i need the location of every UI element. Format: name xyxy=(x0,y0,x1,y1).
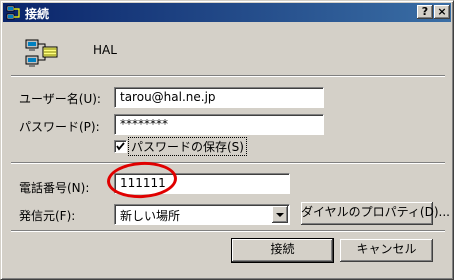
network-connection-icon xyxy=(6,5,20,20)
connect-button[interactable]: 接続 xyxy=(232,239,333,262)
save-password-checkbox[interactable] xyxy=(114,140,127,153)
password-label: パスワード(P): xyxy=(19,120,100,134)
dial-from-label: 発信元(F): xyxy=(19,209,76,223)
cancel-button[interactable]: キャンセル xyxy=(340,239,433,262)
dial-from-value: 新しい場所 xyxy=(120,209,181,223)
window-title: 接続 xyxy=(25,7,50,21)
network-computers-icon xyxy=(25,39,58,67)
separator-top xyxy=(11,75,445,77)
chevron-down-icon[interactable] xyxy=(272,206,288,223)
dial-from-select[interactable]: 新しい場所 xyxy=(114,204,290,225)
save-password-label[interactable]: パスワードの保存(S) xyxy=(128,137,247,156)
title-bar[interactable]: 接続 ? × xyxy=(3,3,451,22)
close-button[interactable]: × xyxy=(434,5,450,19)
connection-name: HAL xyxy=(93,43,117,57)
username-label: ユーザー名(U): xyxy=(19,92,101,106)
phone-label: 電話番号(N): xyxy=(19,181,90,195)
separator-bottom xyxy=(11,230,445,232)
help-button[interactable]: ? xyxy=(417,5,433,19)
password-field[interactable]: ******** xyxy=(114,114,324,135)
checkmark-icon xyxy=(116,142,125,151)
separator-middle xyxy=(11,162,445,164)
username-field[interactable]: tarou@hal.ne.jp xyxy=(114,87,324,108)
dialing-properties-button[interactable]: ダイヤルのプロパティ(D)... xyxy=(301,202,450,225)
connect-dialog: 接続 ? × HAL ユーザー名(U): tarou@hal.ne.jp パスワ… xyxy=(0,0,454,280)
